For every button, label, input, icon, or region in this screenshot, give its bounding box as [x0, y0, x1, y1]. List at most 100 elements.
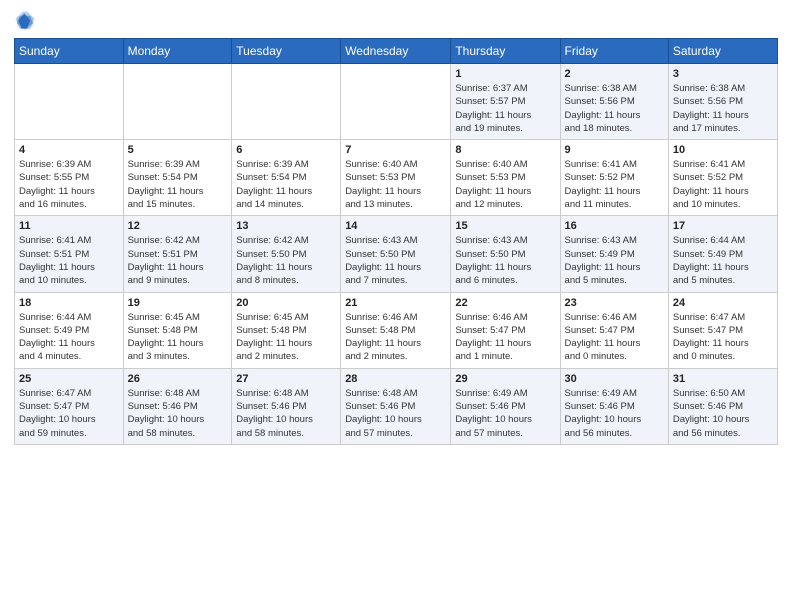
day-detail: Sunrise: 6:39 AM Sunset: 5:55 PM Dayligh… [19, 158, 119, 211]
day-number: 3 [673, 68, 773, 80]
day-detail: Sunrise: 6:47 AM Sunset: 5:47 PM Dayligh… [673, 311, 773, 364]
calendar-cell: 27 Sunrise: 6:48 AM Sunset: 5:46 PM Dayli… [232, 368, 341, 444]
day-detail: Sunrise: 6:49 AM Sunset: 5:46 PM Dayligh… [455, 387, 555, 440]
day-detail: Sunrise: 6:40 AM Sunset: 5:53 PM Dayligh… [455, 158, 555, 211]
day-detail: Sunrise: 6:41 AM Sunset: 5:52 PM Dayligh… [673, 158, 773, 211]
day-number: 30 [565, 373, 664, 385]
calendar-cell: 20 Sunrise: 6:45 AM Sunset: 5:48 PM Dayli… [232, 292, 341, 368]
day-number: 19 [128, 297, 228, 309]
calendar-cell: 18 Sunrise: 6:44 AM Sunset: 5:49 PM Dayli… [15, 292, 124, 368]
day-detail: Sunrise: 6:41 AM Sunset: 5:51 PM Dayligh… [19, 234, 119, 287]
day-number: 7 [345, 144, 446, 156]
day-number: 20 [236, 297, 336, 309]
day-detail: Sunrise: 6:45 AM Sunset: 5:48 PM Dayligh… [236, 311, 336, 364]
page-container: SundayMondayTuesdayWednesdayThursdayFrid… [0, 0, 792, 455]
calendar-cell [123, 64, 232, 140]
calendar-cell: 11 Sunrise: 6:41 AM Sunset: 5:51 PM Dayli… [15, 216, 124, 292]
day-number: 4 [19, 144, 119, 156]
calendar-table: SundayMondayTuesdayWednesdayThursdayFrid… [14, 38, 778, 445]
calendar-week-5: 25 Sunrise: 6:47 AM Sunset: 5:47 PM Dayli… [15, 368, 778, 444]
day-detail: Sunrise: 6:45 AM Sunset: 5:48 PM Dayligh… [128, 311, 228, 364]
logo [14, 10, 40, 32]
calendar-week-3: 11 Sunrise: 6:41 AM Sunset: 5:51 PM Dayli… [15, 216, 778, 292]
calendar-cell: 23 Sunrise: 6:46 AM Sunset: 5:47 PM Dayli… [560, 292, 668, 368]
calendar-cell [341, 64, 451, 140]
header [14, 10, 778, 32]
calendar-cell: 19 Sunrise: 6:45 AM Sunset: 5:48 PM Dayli… [123, 292, 232, 368]
day-number: 10 [673, 144, 773, 156]
calendar-cell: 14 Sunrise: 6:43 AM Sunset: 5:50 PM Dayli… [341, 216, 451, 292]
weekday-header-row: SundayMondayTuesdayWednesdayThursdayFrid… [15, 39, 778, 64]
weekday-header-tuesday: Tuesday [232, 39, 341, 64]
day-number: 14 [345, 220, 446, 232]
calendar-cell: 15 Sunrise: 6:43 AM Sunset: 5:50 PM Dayli… [451, 216, 560, 292]
day-number: 17 [673, 220, 773, 232]
day-detail: Sunrise: 6:48 AM Sunset: 5:46 PM Dayligh… [236, 387, 336, 440]
day-number: 28 [345, 373, 446, 385]
calendar-cell: 5 Sunrise: 6:39 AM Sunset: 5:54 PM Daylig… [123, 140, 232, 216]
day-number: 8 [455, 144, 555, 156]
day-detail: Sunrise: 6:42 AM Sunset: 5:51 PM Dayligh… [128, 234, 228, 287]
calendar-cell: 7 Sunrise: 6:40 AM Sunset: 5:53 PM Daylig… [341, 140, 451, 216]
calendar-cell: 17 Sunrise: 6:44 AM Sunset: 5:49 PM Dayli… [668, 216, 777, 292]
day-number: 6 [236, 144, 336, 156]
calendar-cell: 16Sunrise: 6:43 AM Sunset: 5:49 PM Dayli… [560, 216, 668, 292]
day-detail: Sunrise: 6:48 AM Sunset: 5:46 PM Dayligh… [345, 387, 446, 440]
calendar-cell: 3 Sunrise: 6:38 AM Sunset: 5:56 PM Daylig… [668, 64, 777, 140]
day-number: 1 [455, 68, 555, 80]
day-detail: Sunrise: 6:48 AM Sunset: 5:46 PM Dayligh… [128, 387, 228, 440]
day-detail: Sunrise: 6:46 AM Sunset: 5:47 PM Dayligh… [455, 311, 555, 364]
weekday-header-sunday: Sunday [15, 39, 124, 64]
weekday-header-friday: Friday [560, 39, 668, 64]
day-detail: Sunrise: 6:43 AM Sunset: 5:49 PM Dayligh… [565, 234, 664, 287]
day-number: 27 [236, 373, 336, 385]
day-number: 5 [128, 144, 228, 156]
calendar-cell: 24 Sunrise: 6:47 AM Sunset: 5:47 PM Dayli… [668, 292, 777, 368]
day-detail: Sunrise: 6:44 AM Sunset: 5:49 PM Dayligh… [19, 311, 119, 364]
calendar-week-4: 18 Sunrise: 6:44 AM Sunset: 5:49 PM Dayli… [15, 292, 778, 368]
day-number: 18 [19, 297, 119, 309]
calendar-week-1: 1 Sunrise: 6:37 AM Sunset: 5:57 PM Daylig… [15, 64, 778, 140]
calendar-cell: 21 Sunrise: 6:46 AM Sunset: 5:48 PM Dayli… [341, 292, 451, 368]
calendar-cell: 30 Sunrise: 6:49 AM Sunset: 5:46 PM Dayli… [560, 368, 668, 444]
day-detail: Sunrise: 6:49 AM Sunset: 5:46 PM Dayligh… [565, 387, 664, 440]
calendar-cell: 4 Sunrise: 6:39 AM Sunset: 5:55 PM Daylig… [15, 140, 124, 216]
day-detail: Sunrise: 6:46 AM Sunset: 5:47 PM Dayligh… [565, 311, 664, 364]
day-detail: Sunrise: 6:40 AM Sunset: 5:53 PM Dayligh… [345, 158, 446, 211]
day-detail: Sunrise: 6:46 AM Sunset: 5:48 PM Dayligh… [345, 311, 446, 364]
day-number: 11 [19, 220, 119, 232]
calendar-cell: 25 Sunrise: 6:47 AM Sunset: 5:47 PM Dayli… [15, 368, 124, 444]
day-detail: Sunrise: 6:38 AM Sunset: 5:56 PM Dayligh… [673, 82, 773, 135]
weekday-header-thursday: Thursday [451, 39, 560, 64]
calendar-cell: 31Sunrise: 6:50 AM Sunset: 5:46 PM Dayli… [668, 368, 777, 444]
day-number: 15 [455, 220, 555, 232]
calendar-cell: 2Sunrise: 6:38 AM Sunset: 5:56 PM Daylig… [560, 64, 668, 140]
day-detail: Sunrise: 6:44 AM Sunset: 5:49 PM Dayligh… [673, 234, 773, 287]
calendar-cell [232, 64, 341, 140]
day-number: 26 [128, 373, 228, 385]
day-detail: Sunrise: 6:42 AM Sunset: 5:50 PM Dayligh… [236, 234, 336, 287]
day-detail: Sunrise: 6:37 AM Sunset: 5:57 PM Dayligh… [455, 82, 555, 135]
day-number: 9 [565, 144, 664, 156]
calendar-cell: 12Sunrise: 6:42 AM Sunset: 5:51 PM Dayli… [123, 216, 232, 292]
calendar-cell: 22Sunrise: 6:46 AM Sunset: 5:47 PM Dayli… [451, 292, 560, 368]
day-detail: Sunrise: 6:39 AM Sunset: 5:54 PM Dayligh… [236, 158, 336, 211]
calendar-cell: 29Sunrise: 6:49 AM Sunset: 5:46 PM Dayli… [451, 368, 560, 444]
logo-icon [14, 10, 36, 32]
calendar-cell: 28 Sunrise: 6:48 AM Sunset: 5:46 PM Dayli… [341, 368, 451, 444]
day-number: 21 [345, 297, 446, 309]
day-number: 13 [236, 220, 336, 232]
day-number: 23 [565, 297, 664, 309]
day-number: 25 [19, 373, 119, 385]
calendar-cell: 1 Sunrise: 6:37 AM Sunset: 5:57 PM Daylig… [451, 64, 560, 140]
day-detail: Sunrise: 6:50 AM Sunset: 5:46 PM Dayligh… [673, 387, 773, 440]
day-detail: Sunrise: 6:47 AM Sunset: 5:47 PM Dayligh… [19, 387, 119, 440]
day-detail: Sunrise: 6:43 AM Sunset: 5:50 PM Dayligh… [455, 234, 555, 287]
weekday-header-wednesday: Wednesday [341, 39, 451, 64]
day-detail: Sunrise: 6:43 AM Sunset: 5:50 PM Dayligh… [345, 234, 446, 287]
day-detail: Sunrise: 6:39 AM Sunset: 5:54 PM Dayligh… [128, 158, 228, 211]
calendar-week-2: 4 Sunrise: 6:39 AM Sunset: 5:55 PM Daylig… [15, 140, 778, 216]
calendar-cell: 9Sunrise: 6:41 AM Sunset: 5:52 PM Daylig… [560, 140, 668, 216]
calendar-cell: 8 Sunrise: 6:40 AM Sunset: 5:53 PM Daylig… [451, 140, 560, 216]
day-number: 24 [673, 297, 773, 309]
